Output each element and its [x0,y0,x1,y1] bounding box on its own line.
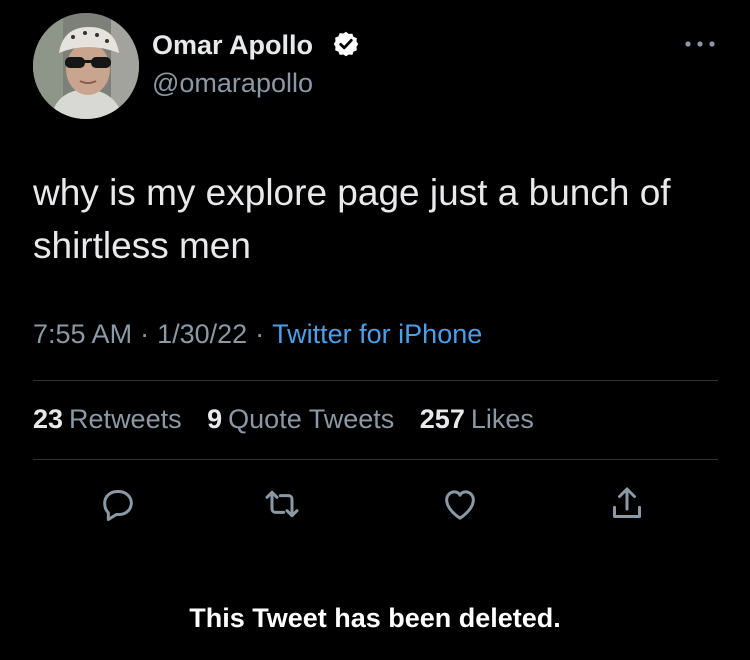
retweets-count: 23 [33,404,64,434]
tweet-text: why is my explore page just a bunch of s… [33,172,671,266]
reply-icon[interactable] [98,484,138,524]
engagement-stats: 23 Retweets 9 Quote Tweets 257 Likes [33,404,552,435]
retweets-stat[interactable]: 23 Retweets [33,404,182,434]
tweet-source-link[interactable]: Twitter for iPhone [272,319,482,349]
retweets-label: Retweets [69,404,182,434]
more-options-icon[interactable] [682,35,718,53]
likes-label: Likes [470,404,534,434]
retweet-icon[interactable] [262,484,302,524]
deleted-notice: This Tweet has been deleted. [189,603,561,633]
avatar-image [33,13,139,119]
quote-tweets-stat[interactable]: 9 Quote Tweets [207,404,394,434]
avatar[interactable] [33,13,139,119]
tweet-date[interactable]: 1/30/22 [157,319,247,349]
tweet-time[interactable]: 7:55 AM [33,319,132,349]
divider [33,380,718,381]
tweet-meta: 7:55 AM · 1/30/22 · Twitter for iPhone [33,319,482,350]
quote-tweets-count: 9 [207,404,223,434]
divider [33,459,718,460]
likes-count: 257 [419,404,465,434]
meta-separator: · [140,319,150,349]
verified-badge-icon [332,30,360,58]
like-icon[interactable] [440,484,480,524]
quote-tweets-label: Quote Tweets [228,404,395,434]
likes-stat[interactable]: 257 Likes [420,404,534,434]
share-icon[interactable] [607,484,647,524]
meta-separator: · [255,319,265,349]
author-handle[interactable]: @omarapollo [152,68,313,99]
author-name[interactable]: Omar Apollo [152,30,313,61]
tweet: Omar Apollo @omarapollo why is my explor… [0,0,750,660]
